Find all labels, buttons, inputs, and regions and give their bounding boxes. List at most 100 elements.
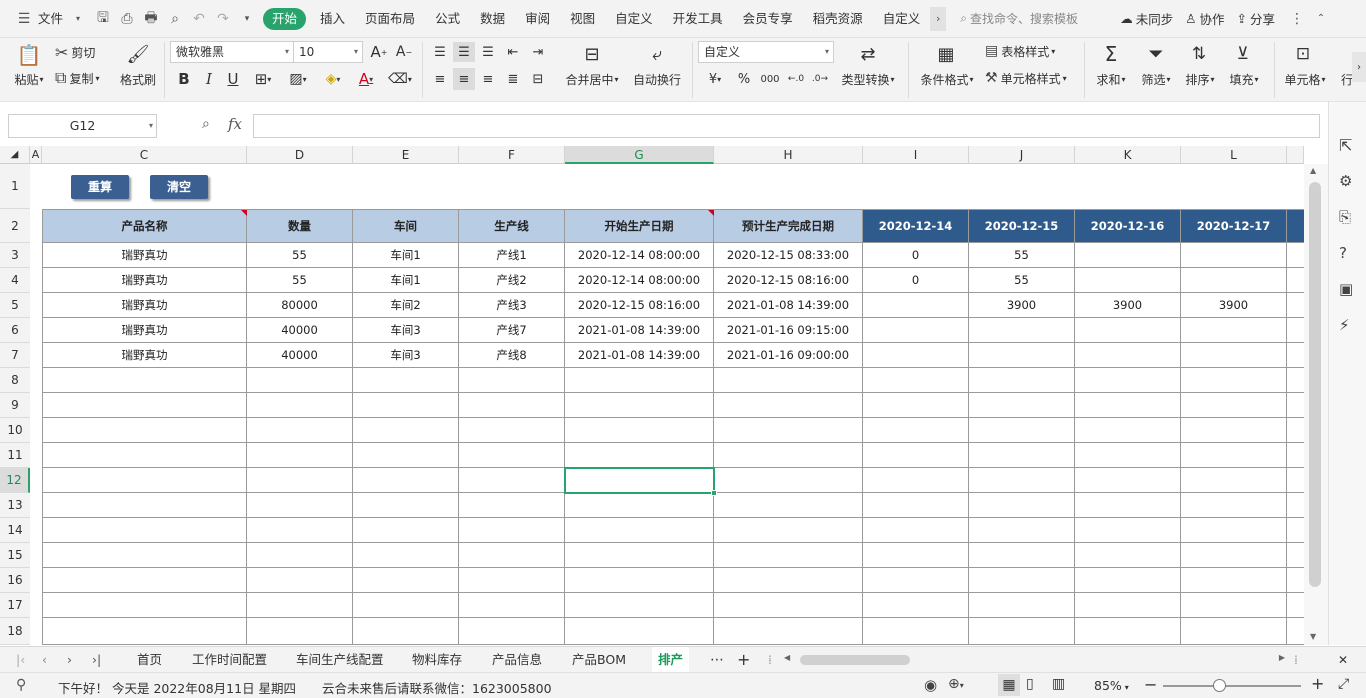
column-header-g[interactable]: G (565, 146, 714, 164)
expand-ribbon-icon[interactable]: › (1352, 52, 1366, 82)
cell-partial[interactable] (1287, 568, 1304, 593)
tab-split-icon[interactable]: ⁞ (1294, 647, 1298, 673)
page-break-icon[interactable]: ▥ (1052, 676, 1065, 692)
cell-quantity[interactable] (247, 518, 353, 543)
font-color-icon[interactable]: A ▾ (352, 68, 380, 90)
cell-day-3[interactable] (1075, 468, 1181, 493)
vertical-scrollbar[interactable]: ▲ ▼ (1304, 164, 1328, 645)
close-panel-icon[interactable]: ✕ (1338, 647, 1348, 673)
file-menu[interactable]: 文件 (36, 0, 73, 38)
cell-day-1[interactable] (863, 568, 969, 593)
sheet-tab-work-time[interactable]: 工作时间配置 (192, 647, 267, 673)
header-date-2[interactable]: 2020-12-15 (969, 209, 1075, 243)
cell-finish-date[interactable] (714, 443, 863, 468)
bolt-icon[interactable]: ⚡ (1339, 316, 1350, 334)
type-convert-icon[interactable]: ⇄ (855, 42, 881, 66)
cell-day-4[interactable] (1181, 543, 1287, 568)
cell-line[interactable]: 产线2 (459, 268, 565, 293)
filter-button[interactable]: 筛选 ▾ (1135, 70, 1177, 88)
tab-developer[interactable]: 开发工具 (663, 0, 733, 38)
header-date-3[interactable]: 2020-12-16 (1075, 209, 1181, 243)
cell-day-2[interactable] (969, 318, 1075, 343)
cell-day-4[interactable] (1181, 393, 1287, 418)
cell-finish-date[interactable] (714, 593, 863, 618)
justify-icon[interactable]: ≣ (503, 68, 523, 90)
bold-icon[interactable]: B (173, 68, 195, 90)
wrap-text-icon[interactable]: ⤶ (643, 42, 671, 66)
scroll-left-icon[interactable]: ◀ (784, 653, 790, 662)
cell-line[interactable]: 产线1 (459, 243, 565, 268)
tab-formula[interactable]: 公式 (425, 0, 470, 38)
cell-day-1[interactable] (863, 343, 969, 368)
cell-day-4[interactable] (1181, 243, 1287, 268)
zoom-out-icon[interactable]: − (1144, 675, 1157, 694)
cell-product-name[interactable] (42, 443, 247, 468)
cell-line[interactable] (459, 568, 565, 593)
add-sheet-icon[interactable]: + (737, 647, 750, 673)
cell-start-date[interactable] (565, 593, 714, 618)
cell-quantity[interactable] (247, 493, 353, 518)
cell-finish-date[interactable]: 2021-01-16 09:00:00 (714, 343, 863, 368)
cell-day-4[interactable] (1181, 518, 1287, 543)
eye-protection-icon[interactable]: ◉ (924, 676, 937, 694)
cell-day-2[interactable] (969, 568, 1075, 593)
cell-finish-date[interactable] (714, 568, 863, 593)
header-date-4[interactable]: 2020-12-17 (1181, 209, 1287, 243)
cell-line[interactable] (459, 543, 565, 568)
percent-icon[interactable]: % (734, 68, 754, 90)
thousands-icon[interactable]: 000 (758, 68, 782, 90)
scroll-down-icon[interactable]: ▼ (1310, 632, 1316, 641)
cell-workshop[interactable] (353, 618, 459, 645)
cell-workshop[interactable] (353, 518, 459, 543)
cell-workshop[interactable] (353, 418, 459, 443)
tab-page-layout[interactable]: 页面布局 (355, 0, 425, 38)
cell-day-3[interactable] (1075, 393, 1181, 418)
chevron-right-icon[interactable]: › (930, 6, 947, 31)
row-header[interactable]: 2 (0, 209, 30, 243)
merge-center-icon[interactable]: ⊟ (578, 42, 606, 66)
clear-format-icon[interactable]: ⌫ ▾ (385, 68, 415, 90)
cell-partial[interactable] (1287, 293, 1304, 318)
align-top-icon[interactable]: ☰ (430, 42, 450, 62)
column-header-l[interactable]: L (1181, 146, 1287, 164)
tab-custom-2[interactable]: 自定义 (873, 0, 931, 38)
zoom-level[interactable]: 85% ▾ (1094, 678, 1129, 693)
row-header[interactable]: 5 (0, 293, 30, 318)
cell-quantity[interactable] (247, 468, 353, 493)
search-box[interactable]: ⌕ 查找命令、搜索模板 (960, 10, 1110, 27)
cell-start-date[interactable] (565, 368, 714, 393)
selected-cell[interactable] (564, 467, 715, 494)
italic-icon[interactable]: I (198, 68, 220, 90)
row-header[interactable]: 18 (0, 618, 30, 645)
cell-product-name[interactable]: 瑞野真功 (42, 343, 247, 368)
cell-day-1[interactable]: 0 (863, 268, 969, 293)
hamburger-icon[interactable]: ☰ (12, 7, 36, 31)
cell-day-4[interactable]: 3900 (1181, 293, 1287, 318)
cell-day-3[interactable] (1075, 568, 1181, 593)
copy-button[interactable]: ⧉ 复制 ▾ (55, 68, 99, 88)
header-workshop[interactable]: 车间 (353, 209, 459, 243)
prev-sheet-icon[interactable]: ‹ (42, 647, 47, 673)
cell-line[interactable] (459, 518, 565, 543)
cell-quantity[interactable] (247, 393, 353, 418)
distribute-icon[interactable]: ⊟ (528, 68, 548, 90)
cell-product-name[interactable] (42, 493, 247, 518)
tab-docer[interactable]: 稻壳资源 (803, 0, 873, 38)
cell-product-name[interactable] (42, 518, 247, 543)
cell-icon[interactable]: ⊡ (1290, 42, 1316, 66)
paste-button[interactable]: 粘贴 ▾ (8, 70, 50, 88)
cell-start-date[interactable] (565, 568, 714, 593)
number-format-select[interactable]: 自定义 ▾ (698, 41, 834, 63)
cell-product-name[interactable] (42, 468, 247, 493)
cell-quantity[interactable] (247, 568, 353, 593)
indent-decrease-icon[interactable]: ⇤ (503, 42, 523, 62)
cell-day-3[interactable] (1075, 543, 1181, 568)
normal-view-icon[interactable]: ▦ (998, 674, 1020, 696)
cond-format-button[interactable]: 条件格式 ▾ (916, 70, 978, 88)
cell-finish-date[interactable] (714, 518, 863, 543)
cell-day-2[interactable]: 55 (969, 243, 1075, 268)
cell-day-1[interactable] (863, 543, 969, 568)
column-header-c[interactable]: C (42, 146, 247, 164)
sheet-tab-product-info[interactable]: 产品信息 (492, 647, 542, 673)
cell-product-name[interactable] (42, 593, 247, 618)
